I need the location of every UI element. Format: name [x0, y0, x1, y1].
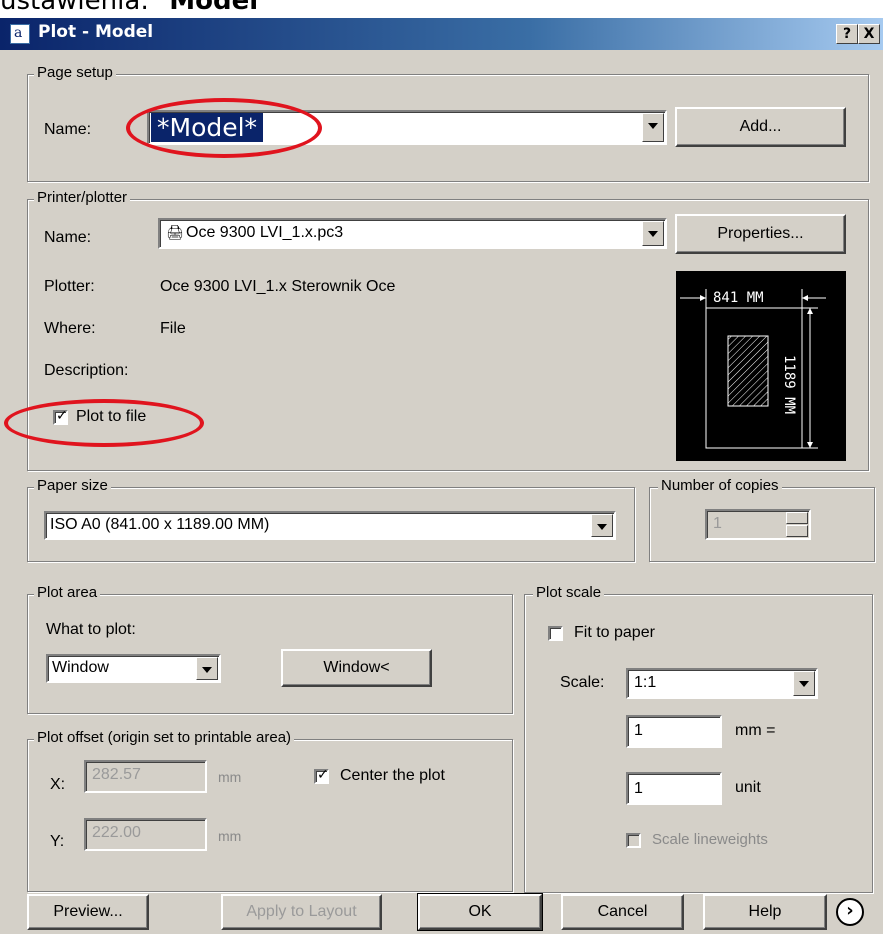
- page-setup-name-label: Name:: [44, 121, 92, 138]
- printer-name-value: Oce 9300 LVI_1.x.pc3: [186, 224, 344, 241]
- where-label: Where:: [44, 320, 96, 337]
- title-bar[interactable]: a Plot - Model ? X: [0, 18, 883, 50]
- plotter-label: Plotter:: [44, 278, 95, 295]
- plotter-value: Oce 9300 LVI_1.x Sterownik Oce: [160, 278, 396, 295]
- offset-x-value: 282.57: [92, 766, 141, 783]
- scale-mm-label: mm =: [735, 722, 776, 739]
- paper-size-value: ISO A0 (841.00 x 1189.00 MM): [50, 516, 270, 533]
- center-plot-checkbox[interactable]: ✓: [314, 767, 329, 784]
- autocad-icon: a: [10, 24, 30, 44]
- what-to-plot-select[interactable]: Window: [46, 654, 221, 683]
- scale-mm-input[interactable]: 1: [626, 715, 722, 748]
- scale-value: 1:1: [634, 674, 657, 691]
- printer-name-select[interactable]: 🖨 Oce 9300 LVI_1.x.pc3: [158, 218, 667, 249]
- apply-to-layout-button[interactable]: Apply to Layout: [221, 894, 382, 930]
- spin-down-icon[interactable]: [786, 525, 808, 537]
- chevron-down-icon[interactable]: [793, 671, 815, 696]
- plot-area-group-label: Plot area: [34, 584, 101, 601]
- caption-bold: Model: [169, 0, 259, 16]
- description-label: Description:: [44, 362, 129, 379]
- help-button[interactable]: Help: [703, 894, 827, 930]
- caption-prefix: ustawienia:: [0, 0, 150, 16]
- scale-lineweights-checkbox[interactable]: [626, 833, 641, 848]
- scale-unit-label: unit: [735, 779, 761, 796]
- paper-preview: 841 MM 1189 MM: [676, 271, 846, 461]
- plot-offset-group-label: Plot offset (origin set to printable are…: [34, 729, 295, 746]
- printer-name-label: Name:: [44, 229, 92, 246]
- cancel-button[interactable]: Cancel: [561, 894, 684, 930]
- plot-dialog: a Plot - Model ? X Page setup Name: *Mod…: [0, 18, 883, 934]
- preview-width-label: 841 MM: [711, 290, 766, 306]
- copies-group-label: Number of copies: [658, 477, 782, 494]
- what-to-plot-value: Window: [52, 659, 109, 676]
- ok-button[interactable]: OK: [417, 893, 543, 931]
- chevron-right-circle-icon[interactable]: ›: [836, 898, 864, 926]
- scale-lineweights-label[interactable]: Scale lineweights: [652, 831, 768, 848]
- paper-size-group-label: Paper size: [34, 477, 111, 494]
- chevron-down-icon[interactable]: [642, 113, 664, 142]
- scale-unit-value: 1: [634, 780, 643, 797]
- preview-height-label: 1189 MM: [781, 353, 797, 417]
- copies-value: 1: [713, 515, 722, 532]
- what-to-plot-label: What to plot:: [46, 621, 136, 638]
- add-button[interactable]: Add...: [675, 107, 846, 147]
- chevron-down-icon[interactable]: [196, 657, 218, 680]
- printer-icon: 🖨: [166, 224, 184, 240]
- offset-y-label: Y:: [50, 833, 65, 850]
- offset-x-input[interactable]: 282.57: [84, 760, 207, 793]
- center-plot-label[interactable]: Center the plot: [340, 767, 445, 785]
- chevron-down-icon[interactable]: [642, 221, 664, 246]
- annotation-circle-plot-to-file: [4, 399, 204, 447]
- page-setup-group-label: Page setup: [34, 64, 116, 81]
- fit-to-paper-label[interactable]: Fit to paper: [574, 624, 655, 642]
- spin-up-icon[interactable]: [786, 512, 808, 524]
- properties-button[interactable]: Properties...: [675, 214, 846, 254]
- help-title-button[interactable]: ?: [836, 24, 858, 44]
- offset-y-unit: mm: [218, 828, 242, 844]
- offset-x-unit: mm: [218, 769, 242, 785]
- fit-to-paper-checkbox[interactable]: [548, 626, 563, 641]
- annotation-circle-name: [126, 98, 322, 158]
- scale-label: Scale:: [560, 674, 605, 691]
- offset-y-value: 222.00: [92, 824, 141, 841]
- plot-scale-group-label: Plot scale: [533, 584, 605, 601]
- where-value: File: [160, 320, 186, 337]
- close-button[interactable]: X: [858, 24, 880, 44]
- preview-button[interactable]: Preview...: [27, 894, 149, 930]
- paper-size-select[interactable]: ISO A0 (841.00 x 1189.00 MM): [44, 511, 616, 540]
- printer-plotter-group-label: Printer/plotter: [34, 189, 131, 206]
- scale-select[interactable]: 1:1: [626, 668, 818, 699]
- scale-mm-value: 1: [634, 722, 643, 739]
- scale-unit-input[interactable]: 1: [626, 772, 722, 805]
- caption-text: ustawienia: "Model": [0, 0, 270, 16]
- offset-x-label: X:: [50, 776, 66, 793]
- window-title: Plot - Model: [38, 22, 154, 42]
- window-pick-button[interactable]: Window<: [281, 649, 432, 687]
- chevron-down-icon[interactable]: [591, 514, 613, 537]
- copies-spinner[interactable]: 1: [705, 509, 811, 540]
- offset-y-input[interactable]: 222.00: [84, 818, 207, 851]
